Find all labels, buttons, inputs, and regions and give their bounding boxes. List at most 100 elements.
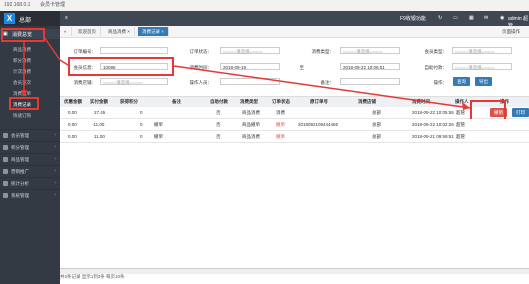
top-navbar: ≡ F9收银功能 ↻ ▭ ▦ ✉ ◉ admin 超管 bbox=[60, 11, 529, 29]
cell-auto-pay: 否 bbox=[216, 134, 221, 139]
auto-pay-select[interactable]: =====请选择===== bbox=[452, 63, 512, 70]
cell-operator: 超管 bbox=[456, 134, 465, 139]
tabs-back-button[interactable]: « bbox=[60, 27, 72, 36]
column-header: 自助付款 bbox=[210, 99, 228, 104]
sidebar-group[interactable]: 统计分析 ‹ bbox=[0, 177, 60, 189]
sidebar-group-label: 积分管理 bbox=[11, 145, 29, 150]
chevron-icon: ‹ bbox=[54, 180, 56, 186]
table-row: 0.00 27.45 0 否 商品消费 消费 总部 2018-09-22 10:… bbox=[60, 107, 529, 119]
system-icon bbox=[3, 193, 8, 198]
cell-time: 2018-09-21 09:59:51 bbox=[412, 134, 454, 139]
column-header: 消费时间 bbox=[412, 99, 430, 104]
column-header: 实付金额 bbox=[90, 99, 108, 104]
cell-points: 0 bbox=[140, 122, 143, 127]
cell-orig-order: 2018092109444455 bbox=[298, 122, 339, 127]
sidebar-group-label: 会员管理 bbox=[11, 133, 29, 138]
cell-discount: 0.00 bbox=[68, 134, 77, 139]
points-icon bbox=[3, 145, 8, 150]
cell-points: 0 bbox=[140, 134, 143, 139]
cell-time: 2018-09-22 10:02:26 bbox=[412, 122, 454, 127]
cell-operator: 超管 bbox=[456, 110, 465, 115]
cell-store: 总部 bbox=[372, 122, 381, 127]
search-button[interactable]: 查询 bbox=[453, 77, 470, 86]
grid-icon[interactable]: ▦ bbox=[469, 15, 474, 21]
chevron-icon: ‹ bbox=[54, 156, 56, 162]
monitor-icon[interactable]: ▭ bbox=[453, 15, 458, 21]
cell-store: 总部 bbox=[372, 134, 381, 139]
sidebar-group-label: 商品管理 bbox=[11, 157, 29, 162]
column-header: 获得积分 bbox=[120, 99, 138, 104]
cashier-label: 操作人员： bbox=[189, 80, 213, 85]
cell-state: 撤单 bbox=[276, 134, 285, 139]
cell-discount: 0.00 bbox=[68, 122, 77, 127]
cell-paid: 11.00 bbox=[94, 134, 105, 139]
store-label: 消费店铺： bbox=[73, 80, 97, 85]
logo-text: 总部 bbox=[19, 18, 32, 24]
sidebar-group-label: 营销推广 bbox=[11, 169, 29, 174]
time-label: 消费时间： bbox=[189, 65, 213, 70]
remark-label: 备注： bbox=[320, 80, 335, 85]
to-label: 至 bbox=[299, 65, 305, 70]
annotation-box bbox=[68, 57, 174, 76]
tab-welcome[interactable]: 欢迎首页 bbox=[74, 27, 101, 36]
bell-icon[interactable]: ✉ bbox=[484, 15, 488, 21]
order-state-label: 订单状态： bbox=[189, 49, 213, 54]
order-state-select[interactable]: =====请选择===== bbox=[220, 47, 280, 54]
refresh-icon[interactable]: ↻ bbox=[438, 15, 442, 21]
cashier-hint[interactable]: F9收银功能 bbox=[400, 15, 426, 22]
pay-type-label: 会员类型： bbox=[424, 49, 448, 54]
store-select[interactable]: =====请选择===== bbox=[100, 78, 168, 85]
sidebar-sub-item[interactable]: 商品消费 bbox=[13, 47, 31, 53]
sidebar-group[interactable]: 会员管理 ‹ bbox=[0, 129, 60, 141]
column-header: 优惠金额 bbox=[64, 99, 82, 104]
column-header: 操作人 bbox=[455, 99, 469, 104]
sidebar-sub-item[interactable]: 积分消费 bbox=[13, 58, 31, 64]
sidebar-sub-item[interactable]: 计次消费 bbox=[13, 69, 31, 75]
annotation-box bbox=[9, 97, 39, 110]
cell-paid: -11.00 bbox=[92, 122, 105, 127]
cell-remark: 撤单 bbox=[154, 134, 163, 139]
cell-time: 2018-09-22 10:05:55 bbox=[412, 110, 454, 115]
cell-remark: 撤单 bbox=[154, 122, 163, 127]
pay-type-select[interactable]: =====请选择===== bbox=[452, 47, 512, 54]
cell-type: 商品消费 bbox=[242, 110, 260, 115]
address-text: 192.168.0.1 bbox=[4, 2, 31, 8]
print-button[interactable]: 打印 bbox=[512, 108, 529, 117]
cell-auto-pay: 否 bbox=[216, 122, 221, 127]
column-header: 原订单号 bbox=[310, 99, 328, 104]
op-label: 操作： bbox=[433, 80, 448, 85]
page-tabs: « 欢迎首页 商品消费 × 消费记录 × 页面操作 bbox=[60, 26, 529, 38]
chevron-icon: ‹ bbox=[54, 132, 56, 138]
cashier-input[interactable] bbox=[220, 78, 280, 85]
type-select[interactable]: =====请选择===== bbox=[340, 47, 400, 54]
column-header: 消费类型 bbox=[240, 99, 258, 104]
menu-toggle-icon[interactable]: ≡ bbox=[65, 15, 68, 21]
column-header: 备注 bbox=[172, 99, 181, 104]
column-header: 订单状态 bbox=[272, 99, 290, 104]
tab-goods-consume[interactable]: 商品消费 × bbox=[104, 27, 135, 36]
auto-pay-label: 自助付款： bbox=[424, 65, 448, 70]
time-start-input[interactable]: 2018-09-19 bbox=[220, 63, 280, 70]
annotation-box bbox=[1, 28, 45, 42]
pagination-status: 共3条记录 显示1到3条 每页10条 bbox=[60, 274, 529, 284]
sidebar-sub-item[interactable]: 快速订购 bbox=[13, 113, 31, 119]
stats-icon bbox=[3, 181, 8, 186]
export-button[interactable]: 导出 bbox=[475, 77, 492, 86]
goods-icon bbox=[3, 157, 8, 162]
sidebar-group[interactable]: 商品管理 ‹ bbox=[0, 153, 60, 165]
sidebar-group[interactable]: 营销推广 ‹ bbox=[0, 165, 60, 177]
sidebar-group[interactable]: 积分管理 ‹ bbox=[0, 141, 60, 153]
avatar-icon[interactable]: ◉ bbox=[500, 15, 504, 21]
cell-operator: 超管 bbox=[456, 122, 465, 127]
cell-points: 0 bbox=[140, 110, 143, 115]
order-no-input[interactable] bbox=[100, 47, 168, 54]
sidebar-sub-item[interactable]: 会员充次 bbox=[13, 80, 31, 86]
time-end-input[interactable]: 2018-09-22 10:06:01 bbox=[340, 63, 400, 70]
page-actions-menu[interactable]: 页面操作 bbox=[498, 27, 524, 36]
browser-tab[interactable]: 会员卡管理 bbox=[40, 1, 65, 9]
logo-area: X 总部 bbox=[0, 11, 60, 26]
remark-input[interactable] bbox=[340, 78, 400, 85]
type-label: 消费类型： bbox=[311, 49, 335, 54]
tab-consume-record[interactable]: 消费记录 × bbox=[138, 27, 169, 36]
sidebar-group[interactable]: 系统管理 ‹ bbox=[0, 189, 60, 201]
